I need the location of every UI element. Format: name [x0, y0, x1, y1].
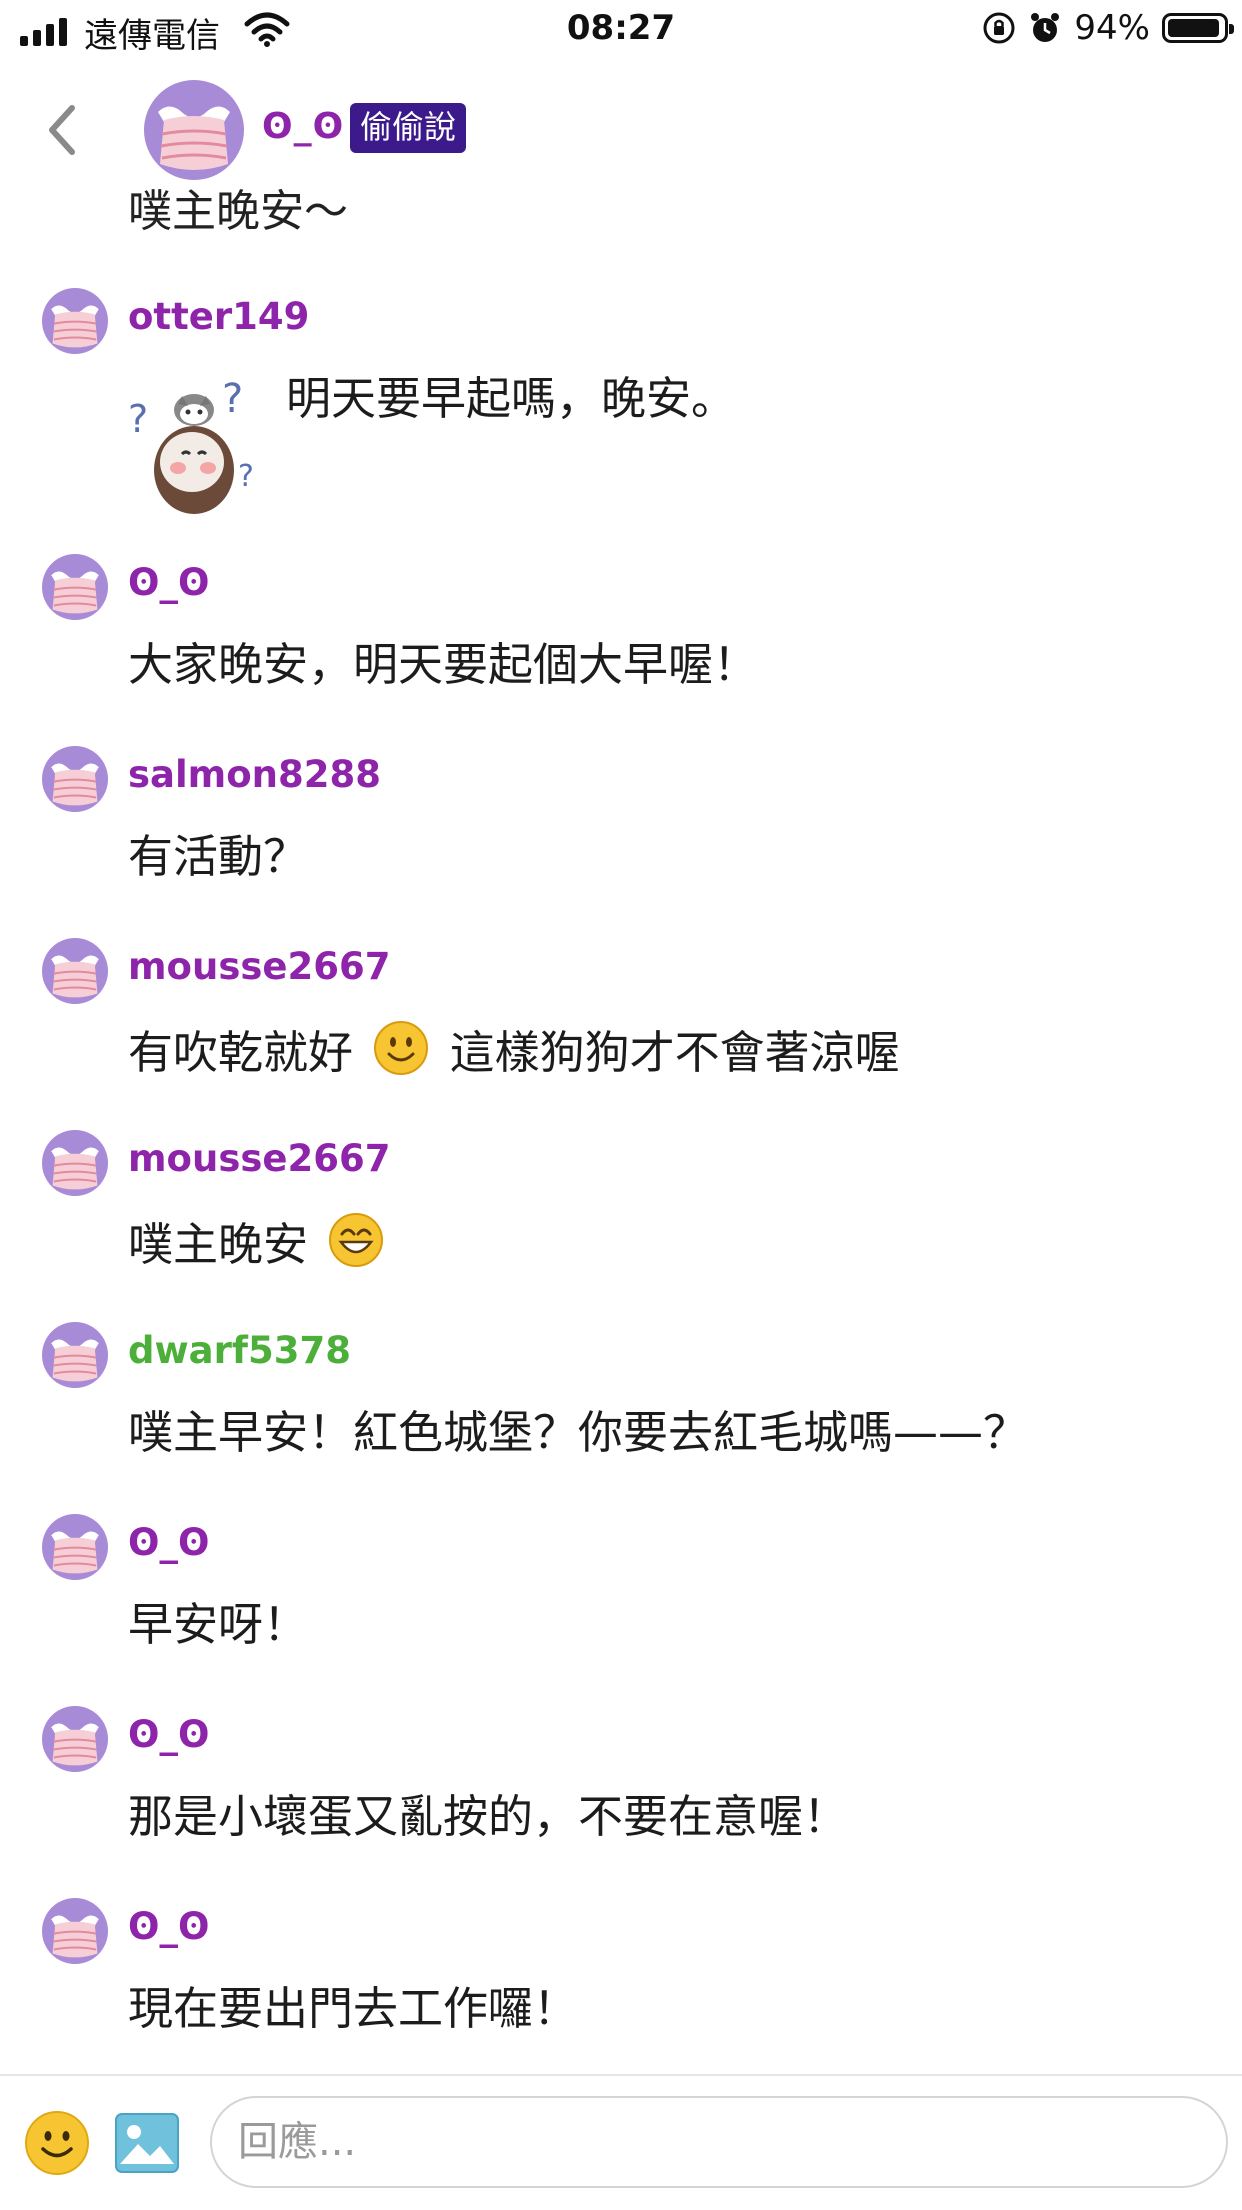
- response-text-part: 有吹乾就好: [128, 1026, 354, 1079]
- response-username[interactable]: mousse2667: [128, 944, 390, 990]
- response-username[interactable]: ʘ_ʘ: [128, 1712, 209, 1758]
- avatar[interactable]: [42, 288, 108, 354]
- response-text: 那是小壞蛋又亂按的，不要在意喔！: [128, 1790, 849, 1843]
- battery-icon: [1162, 13, 1234, 43]
- reply-bar: [0, 2074, 1242, 2210]
- response-username[interactable]: ʘ_ʘ: [128, 1904, 209, 1950]
- response-username[interactable]: ʘ_ʘ: [128, 560, 209, 606]
- avatar[interactable]: [42, 1706, 108, 1772]
- svg-text:?: ?: [238, 459, 254, 494]
- smile-emoji: [374, 1021, 429, 1075]
- post-content: 噗主晚安～: [128, 186, 348, 237]
- avatar[interactable]: [42, 554, 108, 620]
- svg-text:?: ?: [128, 397, 148, 441]
- image-upload-icon[interactable]: [114, 2112, 180, 2174]
- status-bar: 遠傳電信 08:27 94%: [0, 0, 1242, 62]
- response-text: 噗主晚安: [128, 1212, 390, 1274]
- orientation-lock-icon: [983, 12, 1015, 44]
- response-text: 現在要出門去工作囉！: [128, 1982, 579, 2035]
- response-text: 明天要早起嗎，晚安。: [286, 372, 737, 425]
- response-text: 有吹乾就好 這樣狗狗才不會著涼喔: [128, 1020, 900, 1082]
- avatar[interactable]: [42, 1322, 108, 1388]
- avatar[interactable]: [42, 1130, 108, 1196]
- response-username[interactable]: otter149: [128, 294, 309, 340]
- avatar[interactable]: [42, 746, 108, 812]
- secret-badge: 偷偷說: [350, 103, 467, 153]
- confused-bird-sticker: ? ? ?: [128, 376, 254, 514]
- response-text: 噗主早安！紅色城堡？你要去紅毛城嗎——？: [128, 1406, 1029, 1459]
- avatar[interactable]: [42, 1514, 108, 1580]
- avatar[interactable]: [42, 1898, 108, 1964]
- poster-name[interactable]: ʘ_ʘ: [262, 106, 344, 147]
- response-text-part: 噗主晚安: [128, 1218, 309, 1271]
- response-username[interactable]: ʘ_ʘ: [128, 1520, 209, 1566]
- response-text: 大家晚安，明天要起個大早喔！: [128, 638, 759, 691]
- chevron-left-icon[interactable]: [38, 100, 88, 160]
- response-text: 有活動？: [128, 830, 309, 883]
- grin-emoji: [329, 1213, 384, 1267]
- svg-text:?: ?: [222, 376, 243, 422]
- response-text-part: 這樣狗狗才不會著涼喔: [449, 1026, 900, 1079]
- response-username[interactable]: dwarf5378: [128, 1328, 351, 1374]
- poster-avatar[interactable]: [144, 80, 244, 180]
- emoji-picker-icon[interactable]: [24, 2110, 90, 2176]
- response-username[interactable]: mousse2667: [128, 1136, 390, 1182]
- avatar[interactable]: [42, 938, 108, 1004]
- response-username[interactable]: salmon8288: [128, 752, 381, 798]
- reply-input[interactable]: [210, 2096, 1228, 2188]
- alarm-icon: [1031, 13, 1060, 42]
- battery-percent: 94%: [1074, 8, 1150, 48]
- response-text: 早安呀！: [128, 1598, 309, 1651]
